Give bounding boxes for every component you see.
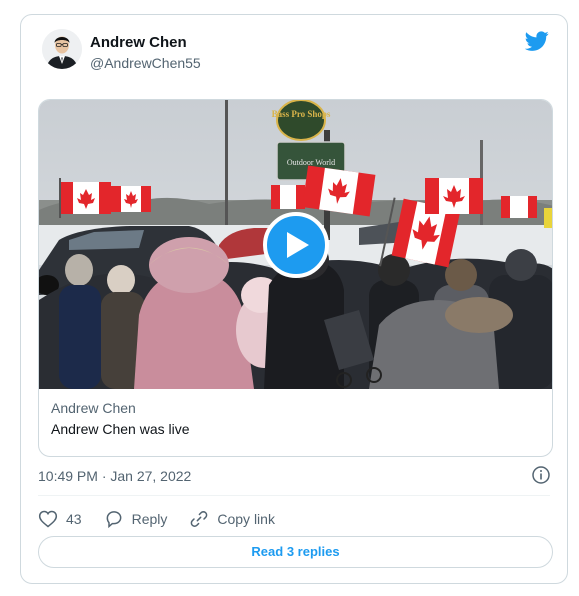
video-card-author: Andrew Chen <box>51 400 136 416</box>
copy-link-label: Copy link <box>217 511 275 527</box>
tweet-timestamp[interactable]: 10:49 PM · Jan 27, 2022 <box>38 468 191 484</box>
play-icon <box>287 232 309 258</box>
author-name[interactable]: Andrew Chen <box>90 34 187 51</box>
copy-link-button[interactable]: Copy link <box>189 509 275 529</box>
tweet-card: Andrew Chen @AndrewChen55 Bass Pro Shops… <box>20 14 568 584</box>
video-card[interactable]: Bass Pro Shops Outdoor World Andrew Chen… <box>38 99 553 457</box>
reply-bubble-icon <box>106 511 121 529</box>
play-button[interactable] <box>263 212 329 278</box>
author-handle[interactable]: @AndrewChen55 <box>90 55 201 71</box>
twitter-bird-icon[interactable] <box>524 29 549 53</box>
like-count: 43 <box>66 511 82 527</box>
sign-text-outdoor-world: Outdoor World <box>287 158 335 167</box>
link-icon <box>191 511 208 527</box>
like-button[interactable]: 43 <box>38 509 82 529</box>
divider <box>38 495 550 496</box>
info-icon[interactable] <box>532 466 550 484</box>
avatar[interactable] <box>42 29 82 69</box>
reply-label: Reply <box>131 511 168 527</box>
flag-left <box>59 178 111 218</box>
reply-button[interactable]: Reply <box>104 509 168 529</box>
video-card-title: Andrew Chen was live <box>51 421 190 437</box>
flag-left-2 <box>111 186 151 212</box>
video-card-meta: Andrew Chen Andrew Chen was live <box>51 400 190 437</box>
heart-icon <box>38 510 58 528</box>
sign-text-bass-pro: Bass Pro Shops <box>272 109 331 119</box>
action-bar: 43 Reply Copy link <box>38 507 297 531</box>
read-replies-button[interactable]: Read 3 replies <box>38 536 553 568</box>
